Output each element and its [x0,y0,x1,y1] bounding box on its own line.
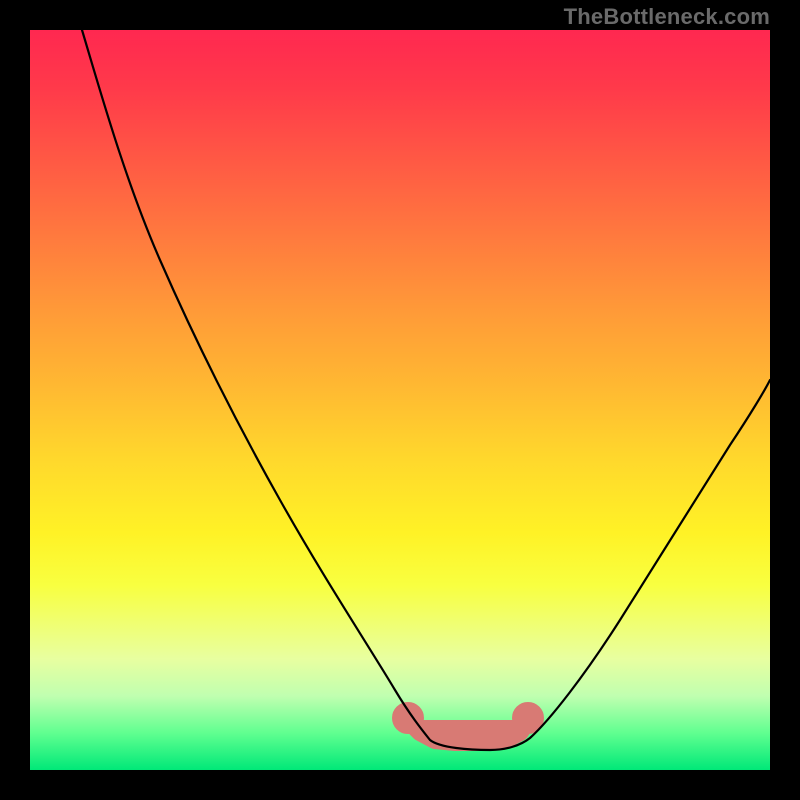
highlight-blob [401,711,535,742]
plot-area [30,30,770,770]
bottleneck-curve [82,30,770,750]
chart-frame: TheBottleneck.com [0,0,800,800]
chart-overlay [30,30,770,770]
watermark-text: TheBottleneck.com [564,4,770,30]
